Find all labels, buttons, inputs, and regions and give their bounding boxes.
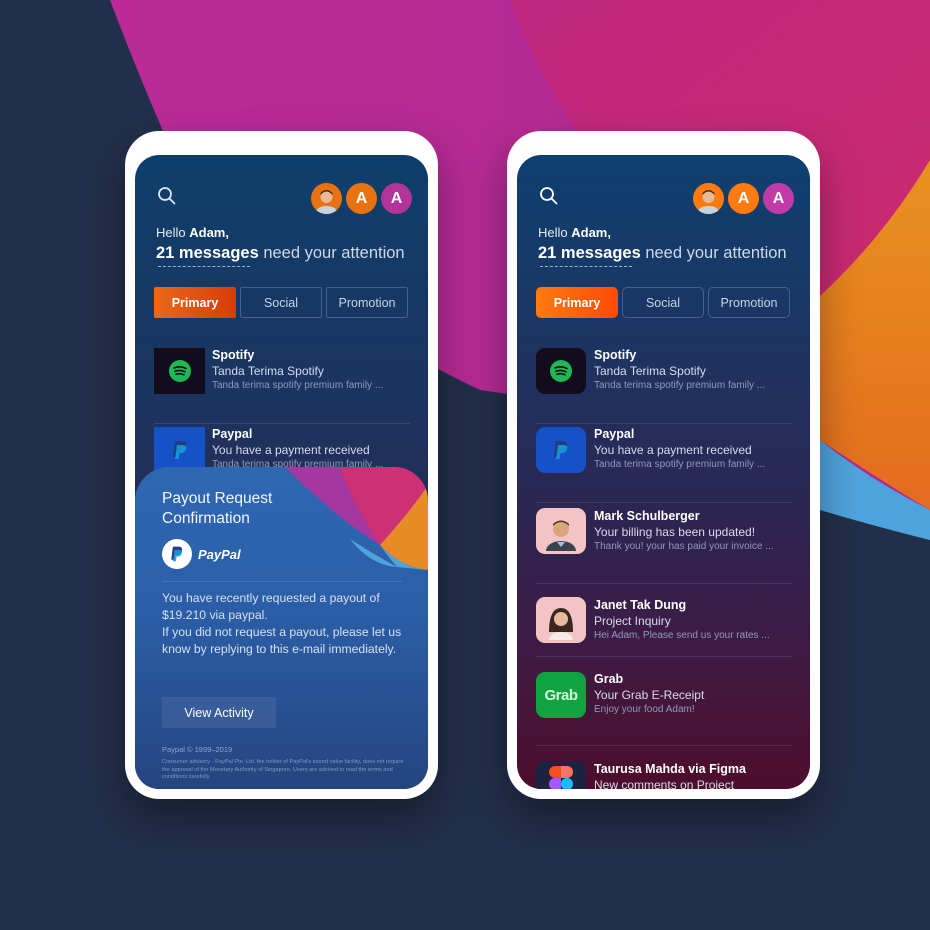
- greeting-name: Adam,: [189, 225, 229, 240]
- search-icon[interactable]: [539, 186, 559, 206]
- list-item[interactable]: Grab Grab Your Grab E-Receipt Enjoy your…: [536, 657, 792, 746]
- sender: Grab: [594, 672, 624, 686]
- preview: Thank you! your has paid your invoice ..…: [594, 541, 774, 552]
- preview: Tanda terima spotify premium family ...: [212, 380, 384, 391]
- category-tabs: Primary Social Promotion: [154, 287, 408, 318]
- payout-message: You have recently requested a payout of …: [162, 591, 380, 622]
- preview: Tanda terima spotify premium family ...: [594, 459, 766, 470]
- subject: New comments on Project: [594, 778, 735, 789]
- tab-promotion[interactable]: Promotion: [708, 287, 790, 318]
- list-item[interactable]: Paypal You have a payment received Tanda…: [536, 424, 792, 503]
- subject: You have a payment received: [594, 443, 752, 457]
- message-count[interactable]: 21 messages: [156, 244, 259, 262]
- payout-confirmation-card: Payout Request Confirmation PayPal You h…: [135, 467, 428, 789]
- grab-icon: Grab: [536, 672, 586, 718]
- sender: Paypal: [212, 427, 253, 441]
- avatar-initial[interactable]: A: [728, 183, 759, 214]
- avatar-initial[interactable]: A: [763, 183, 794, 214]
- preview: Tanda terima spotify premium family ...: [594, 380, 766, 391]
- greeting: Hello Adam,: [538, 225, 611, 240]
- paypal-logo: PayPal: [162, 539, 241, 569]
- greeting-prefix: Hello: [538, 225, 572, 240]
- spotify-icon: [536, 348, 586, 394]
- figma-icon: [536, 761, 586, 789]
- tab-primary[interactable]: Primary: [154, 287, 236, 318]
- list-item[interactable]: Taurusa Mahda via Figma New comments on …: [536, 746, 792, 789]
- greeting-prefix: Hello: [156, 225, 190, 240]
- category-tabs: Primary Social Promotion: [536, 287, 790, 318]
- preview: Hei Adam, Please send us your rates ...: [594, 630, 770, 641]
- preview: Enjoy your food Adam!: [594, 704, 695, 715]
- headline: 21 messages need your attention: [538, 244, 787, 263]
- headline-text: need your attention: [258, 244, 405, 262]
- tab-primary[interactable]: Primary: [536, 287, 618, 318]
- list-item[interactable]: Mark Schulberger Your billing has been u…: [536, 503, 792, 584]
- divider: [162, 581, 402, 582]
- list-item[interactable]: Janet Tak Dung Project Inquiry Hei Adam,…: [536, 584, 792, 657]
- person-avatar: [536, 508, 586, 554]
- avatar-photo[interactable]: [311, 183, 342, 214]
- sender: Taurusa Mahda via Figma: [594, 762, 746, 776]
- paypal-wordmark: PayPal: [198, 546, 241, 562]
- search-icon[interactable]: [157, 186, 177, 206]
- card-title: Payout Request Confirmation: [162, 490, 273, 527]
- sender: Spotify: [594, 348, 637, 362]
- phone-screen: A A Hello Adam, 21 messages need your at…: [517, 155, 810, 789]
- account-avatars: A A: [311, 183, 412, 214]
- sender: Janet Tak Dung: [594, 598, 687, 612]
- subject: Your Grab E-Receipt: [594, 688, 705, 702]
- dashed-underline: [540, 266, 632, 267]
- list-item[interactable]: Spotify Tanda Terima Spotify Tanda terim…: [154, 345, 410, 424]
- tab-social[interactable]: Social: [240, 287, 322, 318]
- greeting: Hello Adam,: [156, 225, 229, 240]
- list-item[interactable]: Spotify Tanda Terima Spotify Tanda terim…: [536, 345, 792, 424]
- person-icon: [315, 190, 338, 214]
- phone-mockup-right: A A Hello Adam, 21 messages need your at…: [507, 131, 820, 799]
- subject: Tanda Terima Spotify: [594, 364, 706, 378]
- spotify-icon: [154, 348, 205, 394]
- security-notice: If you did not request a payout, please …: [162, 625, 402, 656]
- paypal-icon: [162, 539, 192, 569]
- top-bar: A A: [537, 183, 794, 217]
- message-count[interactable]: 21 messages: [538, 244, 641, 262]
- avatar-photo[interactable]: [693, 183, 724, 214]
- tab-social[interactable]: Social: [622, 287, 704, 318]
- account-avatars: A A: [693, 183, 794, 214]
- subject: Tanda Terima Spotify: [212, 364, 324, 378]
- subject: Your billing has been updated!: [594, 525, 756, 539]
- paypal-icon: [536, 427, 586, 473]
- phone-screen: A A Hello Adam, 21 messages need your at…: [135, 155, 428, 789]
- phone-mockup-left: A A Hello Adam, 21 messages need your at…: [125, 131, 438, 799]
- dashed-underline: [158, 266, 250, 267]
- sender: Mark Schulberger: [594, 509, 700, 523]
- message-list: Spotify Tanda Terima Spotify Tanda terim…: [536, 345, 792, 789]
- avatar-initial[interactable]: A: [346, 183, 377, 214]
- copyright: Paypal © 1999–2019: [162, 745, 233, 754]
- subject: You have a payment received: [212, 443, 370, 457]
- sender: Paypal: [594, 427, 635, 441]
- top-bar: A A: [155, 183, 412, 217]
- person-icon: [697, 190, 720, 214]
- subject: Project Inquiry: [594, 614, 671, 628]
- avatar-initial[interactable]: A: [381, 183, 412, 214]
- headline: 21 messages need your attention: [156, 244, 405, 263]
- greeting-name: Adam,: [571, 225, 611, 240]
- view-activity-button[interactable]: View Activity: [162, 697, 276, 728]
- tab-promotion[interactable]: Promotion: [326, 287, 408, 318]
- sender: Spotify: [212, 348, 255, 362]
- consumer-advisory: Consumer advisory - PayPal Pte. Ltd. the…: [162, 759, 404, 780]
- headline-text: need your attention: [640, 244, 787, 262]
- person-avatar: [536, 597, 586, 643]
